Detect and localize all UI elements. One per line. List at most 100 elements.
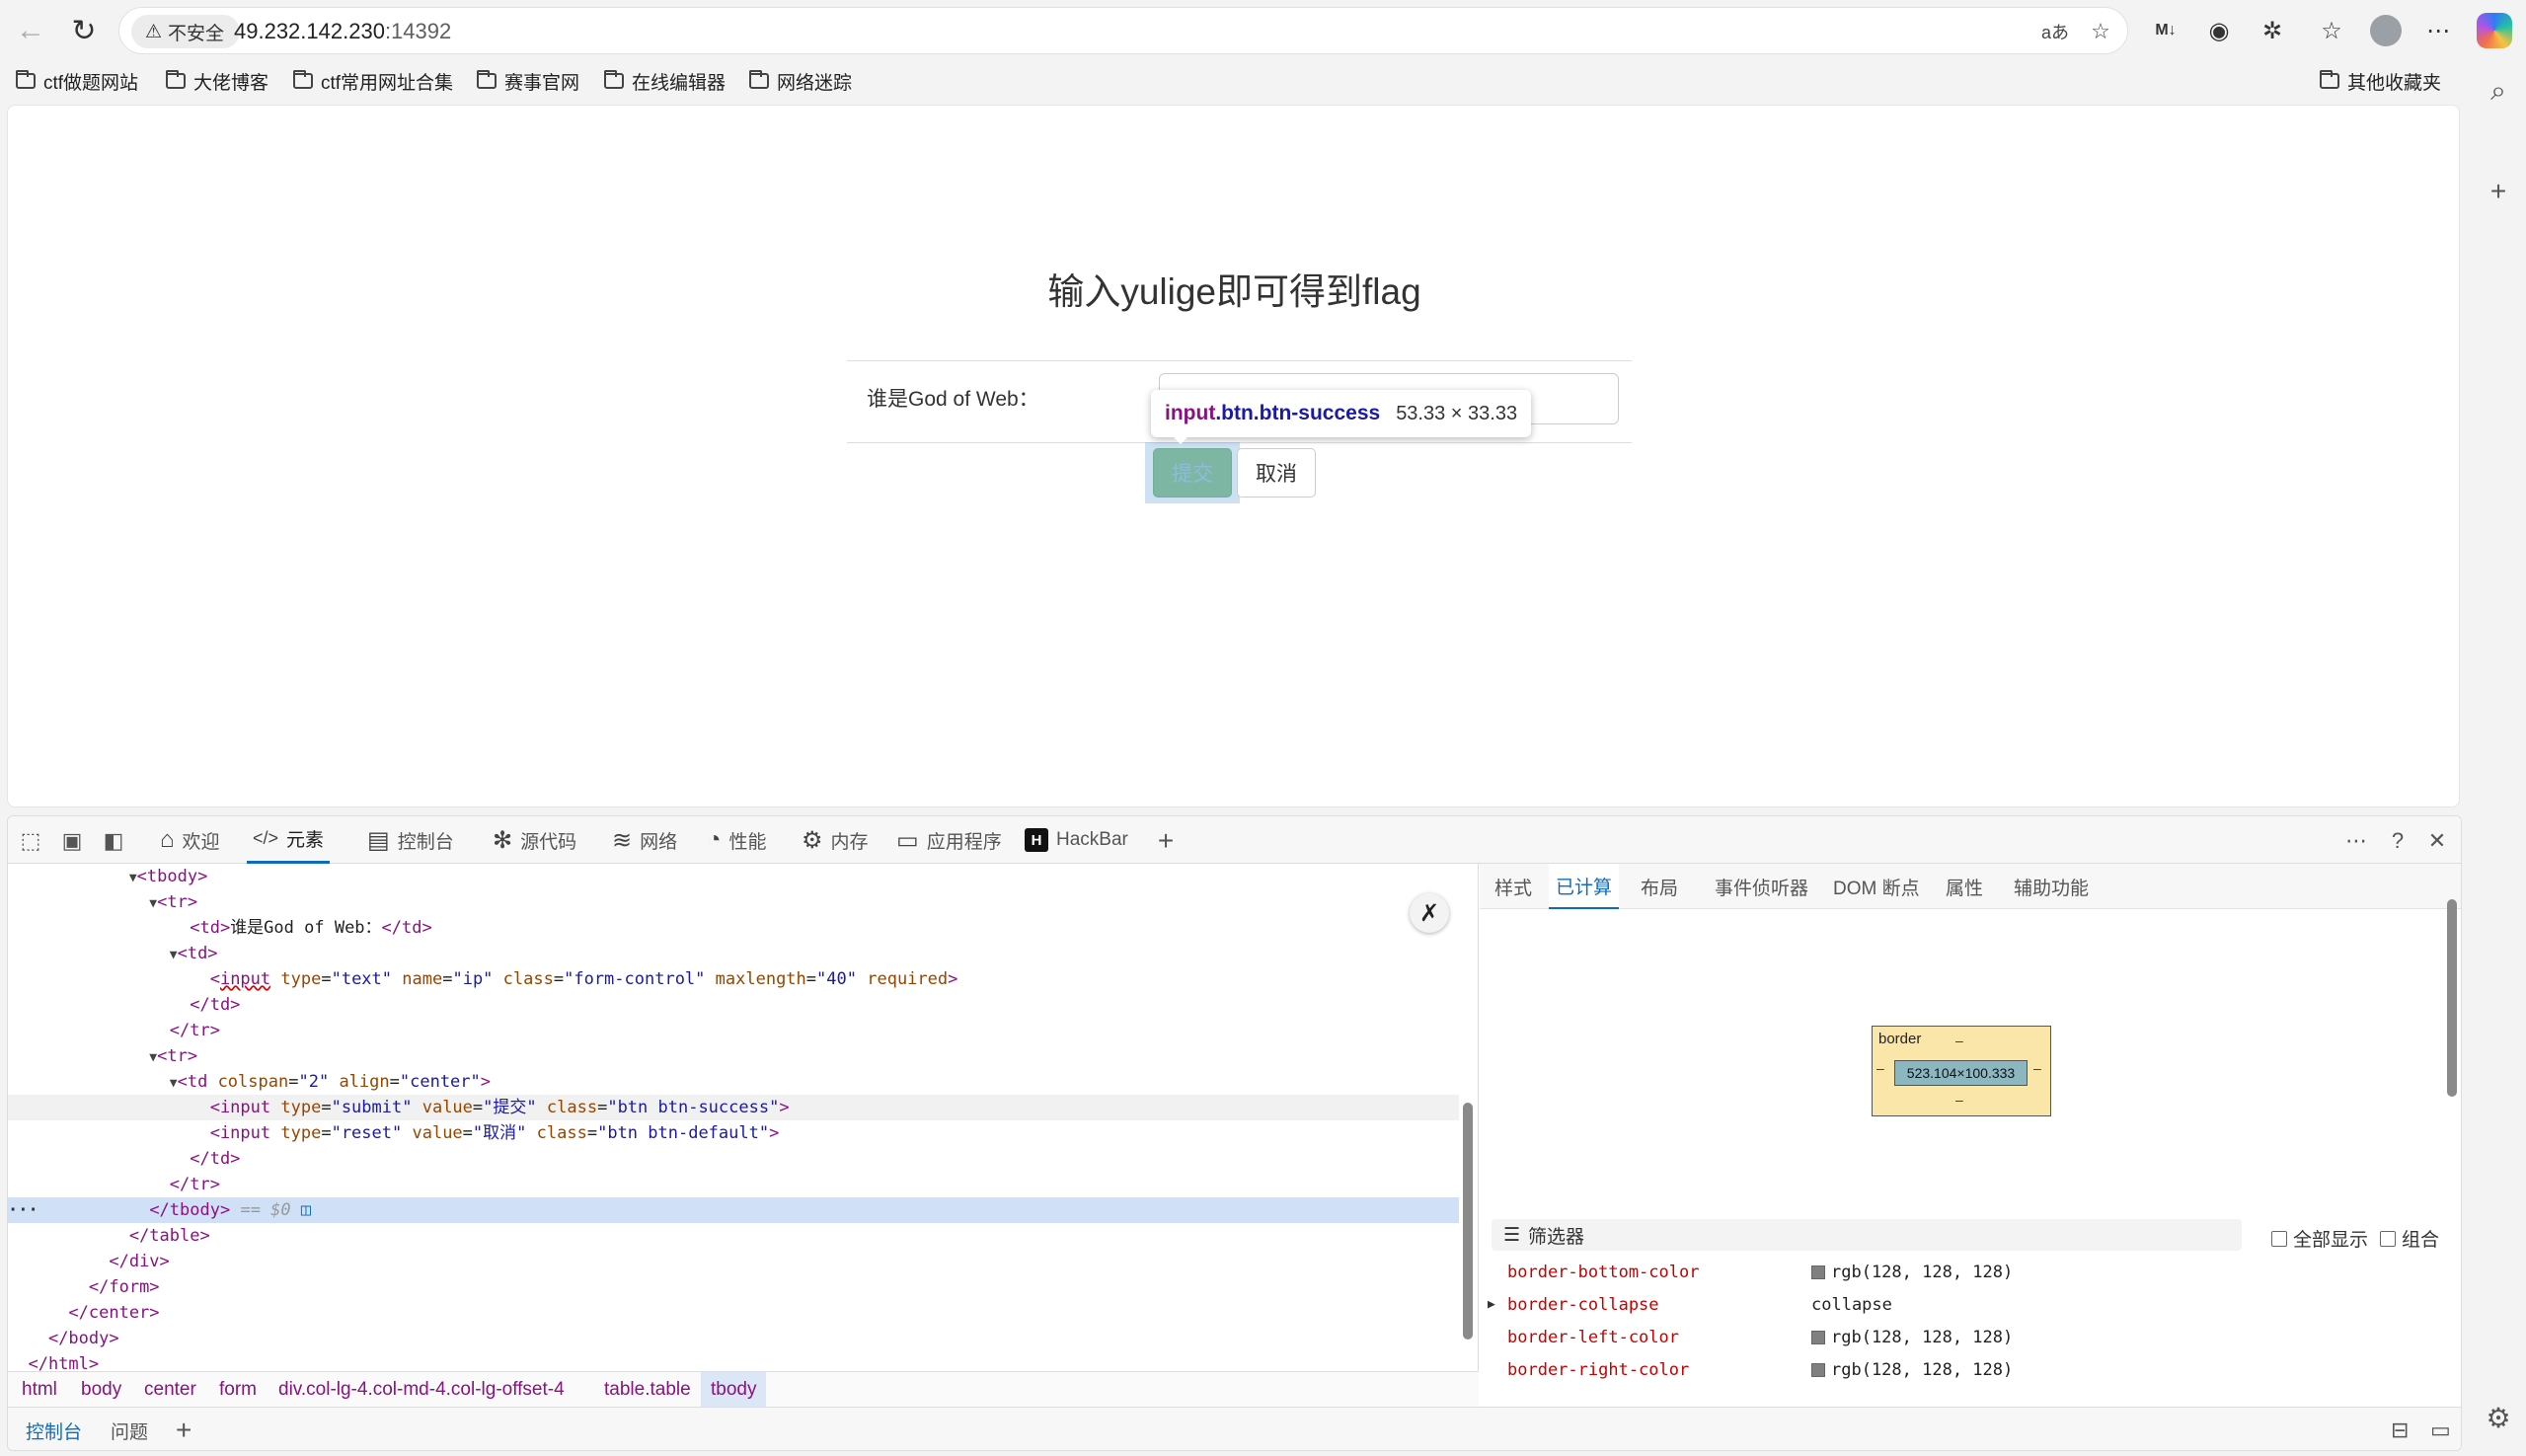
close-devtools-icon[interactable]: ✕ — [2420, 824, 2454, 858]
tab-dom-breakpoints[interactable]: DOM 断点 — [1826, 864, 1927, 909]
tab-welcome[interactable]: ⌂ 欢迎 — [154, 816, 226, 864]
breadcrumb-item[interactable]: table.table — [594, 1372, 701, 1408]
tab-styles[interactable]: 样式 — [1488, 864, 1539, 909]
other-favorites-folder[interactable]: 其他收藏夹 — [2320, 64, 2441, 98]
dom-node[interactable]: <input type="reset" value="取消" class="bt… — [8, 1120, 1459, 1146]
dock-side-icon[interactable]: ◧ — [97, 824, 130, 858]
color-swatch[interactable] — [1811, 1363, 1825, 1377]
box-model-border-right[interactable]: – — [2033, 1060, 2041, 1076]
breadcrumb-item-active[interactable]: tbody — [701, 1372, 767, 1408]
box-model-border-bottom[interactable]: – — [1955, 1092, 1963, 1108]
address-bar[interactable]: ⚠ 不安全 49.232.142.230:14392 aあ ☆ — [118, 7, 2128, 54]
copilot-explain-icon[interactable]: ◫ — [301, 1200, 311, 1220]
box-model-border-top[interactable]: – — [1955, 1033, 1963, 1048]
drawer-quick-view-icon[interactable]: ▭ — [2418, 1408, 2461, 1450]
dom-node[interactable]: <td>谁是God of Web：</td> — [8, 915, 1459, 941]
dom-node[interactable]: </tr> — [8, 1172, 1459, 1197]
favorites-icon[interactable]: ☆ — [2310, 10, 2353, 51]
security-indicator[interactable]: ⚠ 不安全 — [131, 15, 241, 48]
computed-property-row[interactable]: ▶ border-collapse collapse — [1480, 1289, 2447, 1321]
dom-node[interactable]: ▼<td colspan="2" align="center"> — [8, 1069, 1459, 1095]
inspect-element-icon[interactable]: ⬚ — [14, 824, 47, 858]
dom-node[interactable]: </form> — [8, 1274, 1459, 1300]
settings-gear-icon[interactable]: ⚙ — [2477, 1396, 2520, 1439]
device-emulation-icon[interactable]: ▣ — [55, 824, 89, 858]
drawer-tab-issues[interactable]: 问题 — [99, 1408, 160, 1450]
breadcrumb-item[interactable]: body — [71, 1372, 131, 1408]
dom-node[interactable]: ▼<tr> — [8, 889, 1459, 915]
record-extension-icon[interactable]: ◉ — [2197, 10, 2241, 51]
search-icon[interactable]: ⌕ — [2477, 69, 2520, 113]
accessibility-tree-icon[interactable]: ✗ — [1410, 893, 1449, 933]
checkbox-icon[interactable] — [2271, 1230, 2287, 1247]
dock-drawer-icon[interactable]: ⊟ — [2379, 1408, 2420, 1450]
breadcrumb-item[interactable]: html — [12, 1372, 67, 1408]
tab-console[interactable]: ▤ 控制台 — [361, 816, 460, 864]
tab-accessibility[interactable]: 辅助功能 — [2007, 864, 2096, 909]
dom-node[interactable]: </body> — [8, 1326, 1459, 1351]
dom-node[interactable]: </tr> — [8, 1018, 1459, 1043]
computed-property-row[interactable]: border-left-color rgb(128, 128, 128) — [1480, 1322, 2447, 1353]
tab-event-listeners[interactable]: 事件侦听器 — [1708, 864, 1815, 909]
filter-input[interactable]: ☰ 筛选器 — [1492, 1219, 2242, 1251]
collapse-triangle-icon[interactable]: ▼ — [149, 896, 157, 911]
profile-avatar[interactable] — [2370, 15, 2402, 46]
url-text[interactable]: 49.232.142.230:14392 — [234, 19, 451, 44]
collapse-triangle-icon[interactable]: ▼ — [170, 1076, 178, 1091]
color-swatch[interactable] — [1811, 1331, 1825, 1344]
dom-node[interactable]: ▼<tr> — [8, 1043, 1459, 1069]
color-swatch[interactable] — [1811, 1265, 1825, 1279]
reset-button[interactable]: 取消 — [1237, 448, 1316, 498]
dom-node-selected[interactable]: ··· </tbody> == $0 ◫ — [8, 1197, 1459, 1223]
dom-node-hovered[interactable]: <input type="submit" value="提交" class="b… — [8, 1095, 1459, 1120]
drawer-add-icon[interactable]: + — [164, 1408, 203, 1450]
tab-properties[interactable]: 属性 — [1939, 864, 1990, 909]
collapse-triangle-icon[interactable]: ▼ — [149, 1050, 157, 1065]
add-icon[interactable]: + — [2477, 170, 2520, 213]
computed-property-row[interactable]: border-right-color rgb(128, 128, 128) — [1480, 1354, 2447, 1386]
breadcrumb-item[interactable]: form — [209, 1372, 267, 1408]
extensions-puzzle-icon[interactable]: ✲ — [2251, 10, 2294, 51]
read-aloud-icon[interactable]: aあ — [2038, 15, 2072, 48]
markdown-extension-icon[interactable]: M↓ — [2144, 10, 2187, 51]
dom-node[interactable]: </table> — [8, 1223, 1459, 1249]
show-all-checkbox[interactable]: 全部显示 — [2271, 1225, 2368, 1252]
bookmark-folder[interactable]: ctf做题网站 — [16, 64, 138, 98]
tab-application[interactable]: ▭ 应用程序 — [890, 816, 1008, 864]
dom-node[interactable]: </td> — [8, 1146, 1459, 1172]
back-arrow-icon[interactable]: ← — [8, 8, 53, 53]
bookmark-folder[interactable]: ctf常用网址合集 — [293, 64, 453, 98]
dom-node[interactable]: </td> — [8, 992, 1459, 1018]
dom-node[interactable]: ▼<tbody> — [8, 864, 1459, 889]
breadcrumb-item[interactable]: div.col-lg-4.col-md-4.col-lg-offset-4 — [268, 1372, 574, 1408]
tab-performance[interactable]: ◔ 性能 — [701, 816, 773, 864]
dom-node[interactable]: </center> — [8, 1300, 1459, 1326]
help-icon[interactable]: ? — [2381, 824, 2414, 858]
collapse-triangle-icon[interactable]: ▼ — [170, 948, 178, 962]
dom-node[interactable]: <input type="text" name="ip" class="form… — [8, 966, 1459, 992]
node-actions-dots-icon[interactable]: ··· — [8, 1200, 38, 1220]
dom-node[interactable]: </div> — [8, 1249, 1459, 1274]
tab-sources[interactable]: ✻ 源代码 — [487, 816, 582, 864]
tab-layout[interactable]: 布局 — [1634, 864, 1685, 909]
bookmark-folder[interactable]: 赛事官网 — [477, 64, 579, 98]
tab-network[interactable]: ≋ 网络 — [606, 816, 683, 864]
group-checkbox[interactable]: 组合 — [2380, 1225, 2439, 1252]
add-tab-icon[interactable]: + — [1149, 824, 1183, 858]
expand-triangle-icon[interactable]: ▶ — [1488, 1289, 1495, 1321]
computed-property-row[interactable]: border-bottom-color rgb(128, 128, 128) — [1480, 1257, 2447, 1288]
bookmark-folder[interactable]: 网络迷踪 — [749, 64, 852, 98]
favorite-star-icon[interactable]: ☆ — [2084, 15, 2117, 48]
box-model-content[interactable]: 523.104×100.333 — [1894, 1060, 2028, 1086]
bookmark-folder[interactable]: 大佬博客 — [166, 64, 268, 98]
bookmark-folder[interactable]: 在线编辑器 — [604, 64, 726, 98]
tab-computed[interactable]: 已计算 — [1549, 864, 1620, 909]
copilot-icon[interactable] — [2477, 13, 2512, 48]
refresh-icon[interactable]: ↻ — [61, 8, 107, 53]
collapse-triangle-icon[interactable]: ▼ — [129, 871, 137, 885]
drawer-tab-console[interactable]: 控制台 — [14, 1408, 94, 1450]
more-menu-icon[interactable]: ⋯ — [2416, 10, 2460, 51]
elements-scrollbar[interactable] — [1463, 1103, 1473, 1340]
styles-scrollbar[interactable] — [2447, 899, 2457, 1097]
dom-node[interactable]: ▼<td> — [8, 941, 1459, 966]
